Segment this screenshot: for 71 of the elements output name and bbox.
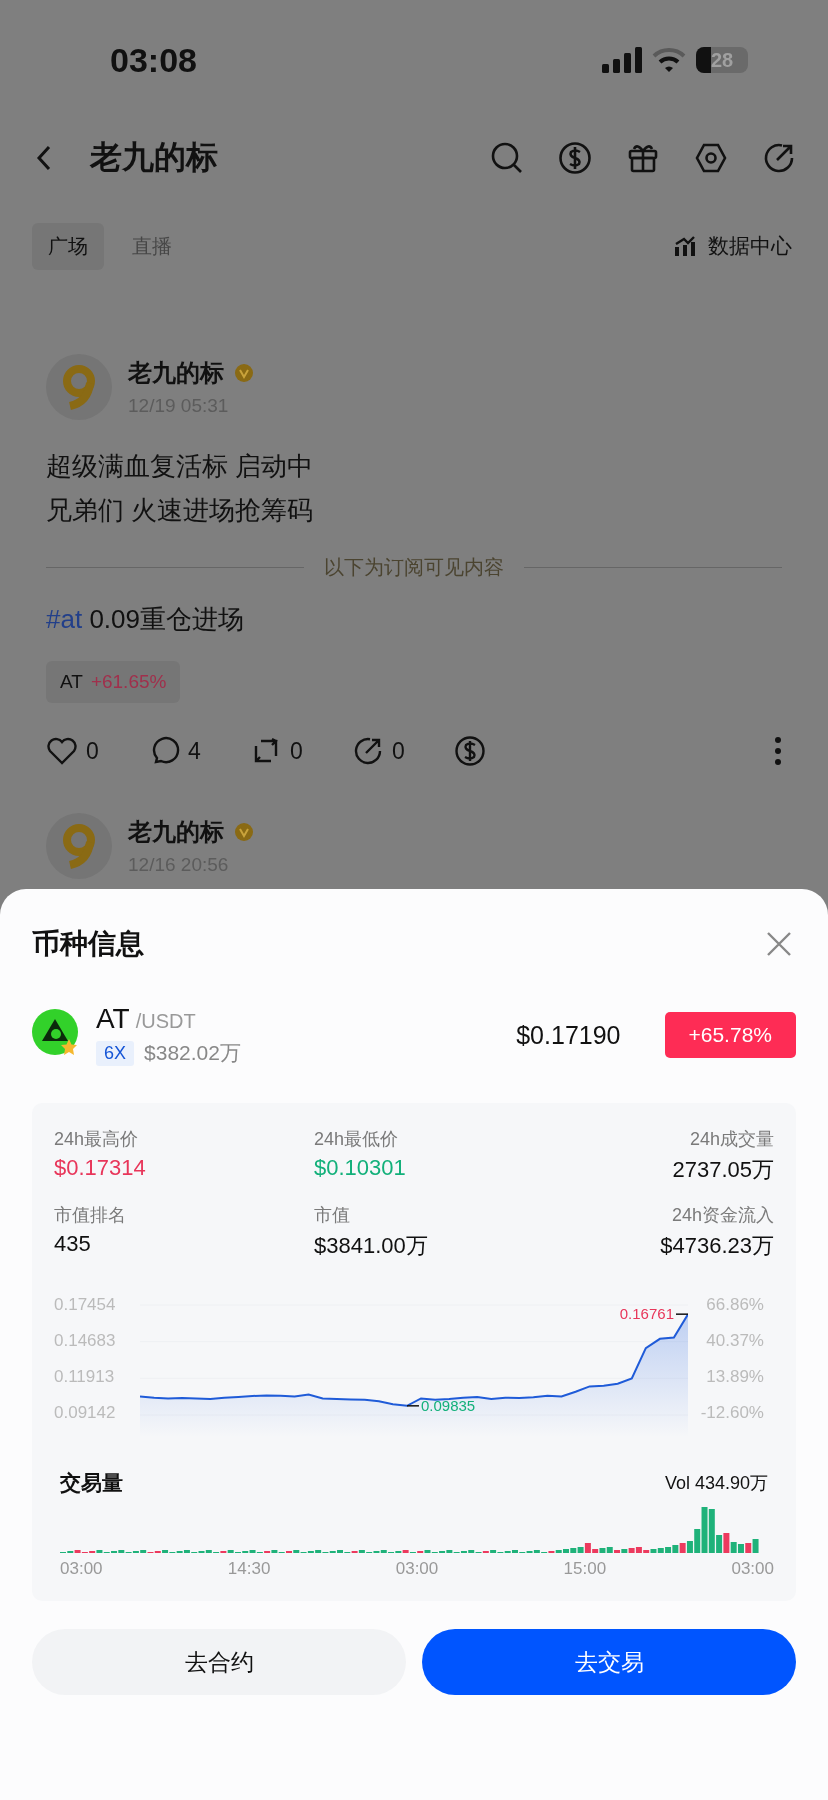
hashtag-link[interactable]: #at [46, 604, 83, 634]
share-icon[interactable] [762, 141, 796, 175]
search-icon[interactable] [490, 141, 524, 175]
axis-label: 0.11913 [54, 1367, 116, 1387]
coin-tag[interactable]: AT +61.65% [46, 661, 181, 703]
stat-value: 2737.05万 [672, 1156, 774, 1184]
leader-line [675, 1313, 688, 1315]
stat-label: 市值排名 [54, 1204, 127, 1227]
stat-label: 市值 [314, 1204, 351, 1227]
author-name[interactable]: 老九的标 [128, 816, 224, 848]
stat-label: 24h最低价 [314, 1128, 400, 1151]
author-name[interactable]: 老九的标 [128, 357, 224, 389]
quote-currency: /USDT [135, 1010, 196, 1032]
axis-label: 0.14683 [54, 1331, 117, 1351]
trade-button[interactable]: 去交易 [422, 1629, 796, 1695]
stat-value: $4736.23万 [660, 1232, 774, 1260]
stat-value: $3841.00万 [314, 1232, 429, 1260]
heart-icon [46, 735, 78, 767]
axis-label: -12.60% [700, 1403, 764, 1423]
axis-label: 03:00 [731, 1559, 774, 1579]
verified-badge-icon [234, 363, 254, 383]
chart-icon[interactable] [674, 235, 696, 257]
price-marker-label: 0.09835 [420, 1396, 476, 1414]
back-icon[interactable] [36, 145, 52, 171]
page-title: 老九的标 [90, 138, 218, 177]
wifi-icon [652, 47, 686, 73]
post-text: 0.09重仓进场 [89, 604, 244, 634]
axis-label: 15:00 [563, 1559, 607, 1579]
axis-label: 03:00 [60, 1559, 103, 1579]
axis-label: 03:00 [395, 1559, 439, 1579]
signal-icon [602, 47, 642, 73]
axis-label: 14:30 [227, 1559, 271, 1579]
status-time: 03:08 [110, 40, 197, 80]
close-icon[interactable] [766, 931, 792, 957]
price-change-badge: +65.78% [664, 1012, 796, 1058]
coin-price: $0.17190 [516, 1020, 621, 1050]
axis-label: 66.86% [706, 1295, 764, 1315]
axis-label: 13.89% [706, 1367, 764, 1387]
stat-label: 24h成交量 [689, 1128, 774, 1151]
sheet-title: 币种信息 [32, 927, 144, 961]
stat-value: 435 [54, 1231, 92, 1257]
leverage-badge: 6X [96, 1040, 135, 1066]
volume-reading: Vol 434.90万 [664, 1472, 768, 1495]
coin-symbol: AT [96, 1003, 130, 1034]
stat-value: $0.17314 [54, 1155, 147, 1181]
data-center-link[interactable]: 数据中心 [708, 232, 792, 260]
dollar-coin-icon[interactable] [558, 141, 592, 175]
share-button[interactable]: 0 [352, 735, 454, 767]
contract-button[interactable]: 去合约 [32, 1629, 406, 1695]
comment-button[interactable]: 4 [148, 735, 250, 767]
leader-line [406, 1405, 420, 1407]
more-icon[interactable] [774, 736, 782, 766]
post-text: 超级满血复活标 启动中 [46, 450, 315, 483]
coin-volume: $382.02万 [144, 1040, 241, 1066]
post-text: 兄弟们 火速进场抢筹码 [46, 494, 315, 527]
volume-title: 交易量 [60, 1470, 123, 1496]
stat-label: 24h最高价 [54, 1128, 140, 1151]
axis-label: 40.37% [706, 1331, 764, 1351]
subscriber-divider-label: 以下为订阅可见内容 [324, 555, 504, 580]
price-marker-label: 0.16761 [619, 1305, 674, 1323]
axis-label: 0.17454 [54, 1295, 117, 1315]
repost-button[interactable]: 0 [250, 735, 352, 767]
axis-label: 0.09142 [54, 1403, 117, 1423]
share-icon [352, 735, 384, 767]
stat-label: 24h资金流入 [671, 1204, 774, 1227]
stat-value: $0.10301 [314, 1155, 407, 1181]
verified-badge-icon [234, 822, 254, 842]
like-button[interactable]: 0 [46, 735, 148, 767]
tab[interactable]: 广场 [32, 222, 104, 270]
settings-icon[interactable] [694, 141, 728, 175]
dollar-coin-icon [454, 735, 486, 767]
